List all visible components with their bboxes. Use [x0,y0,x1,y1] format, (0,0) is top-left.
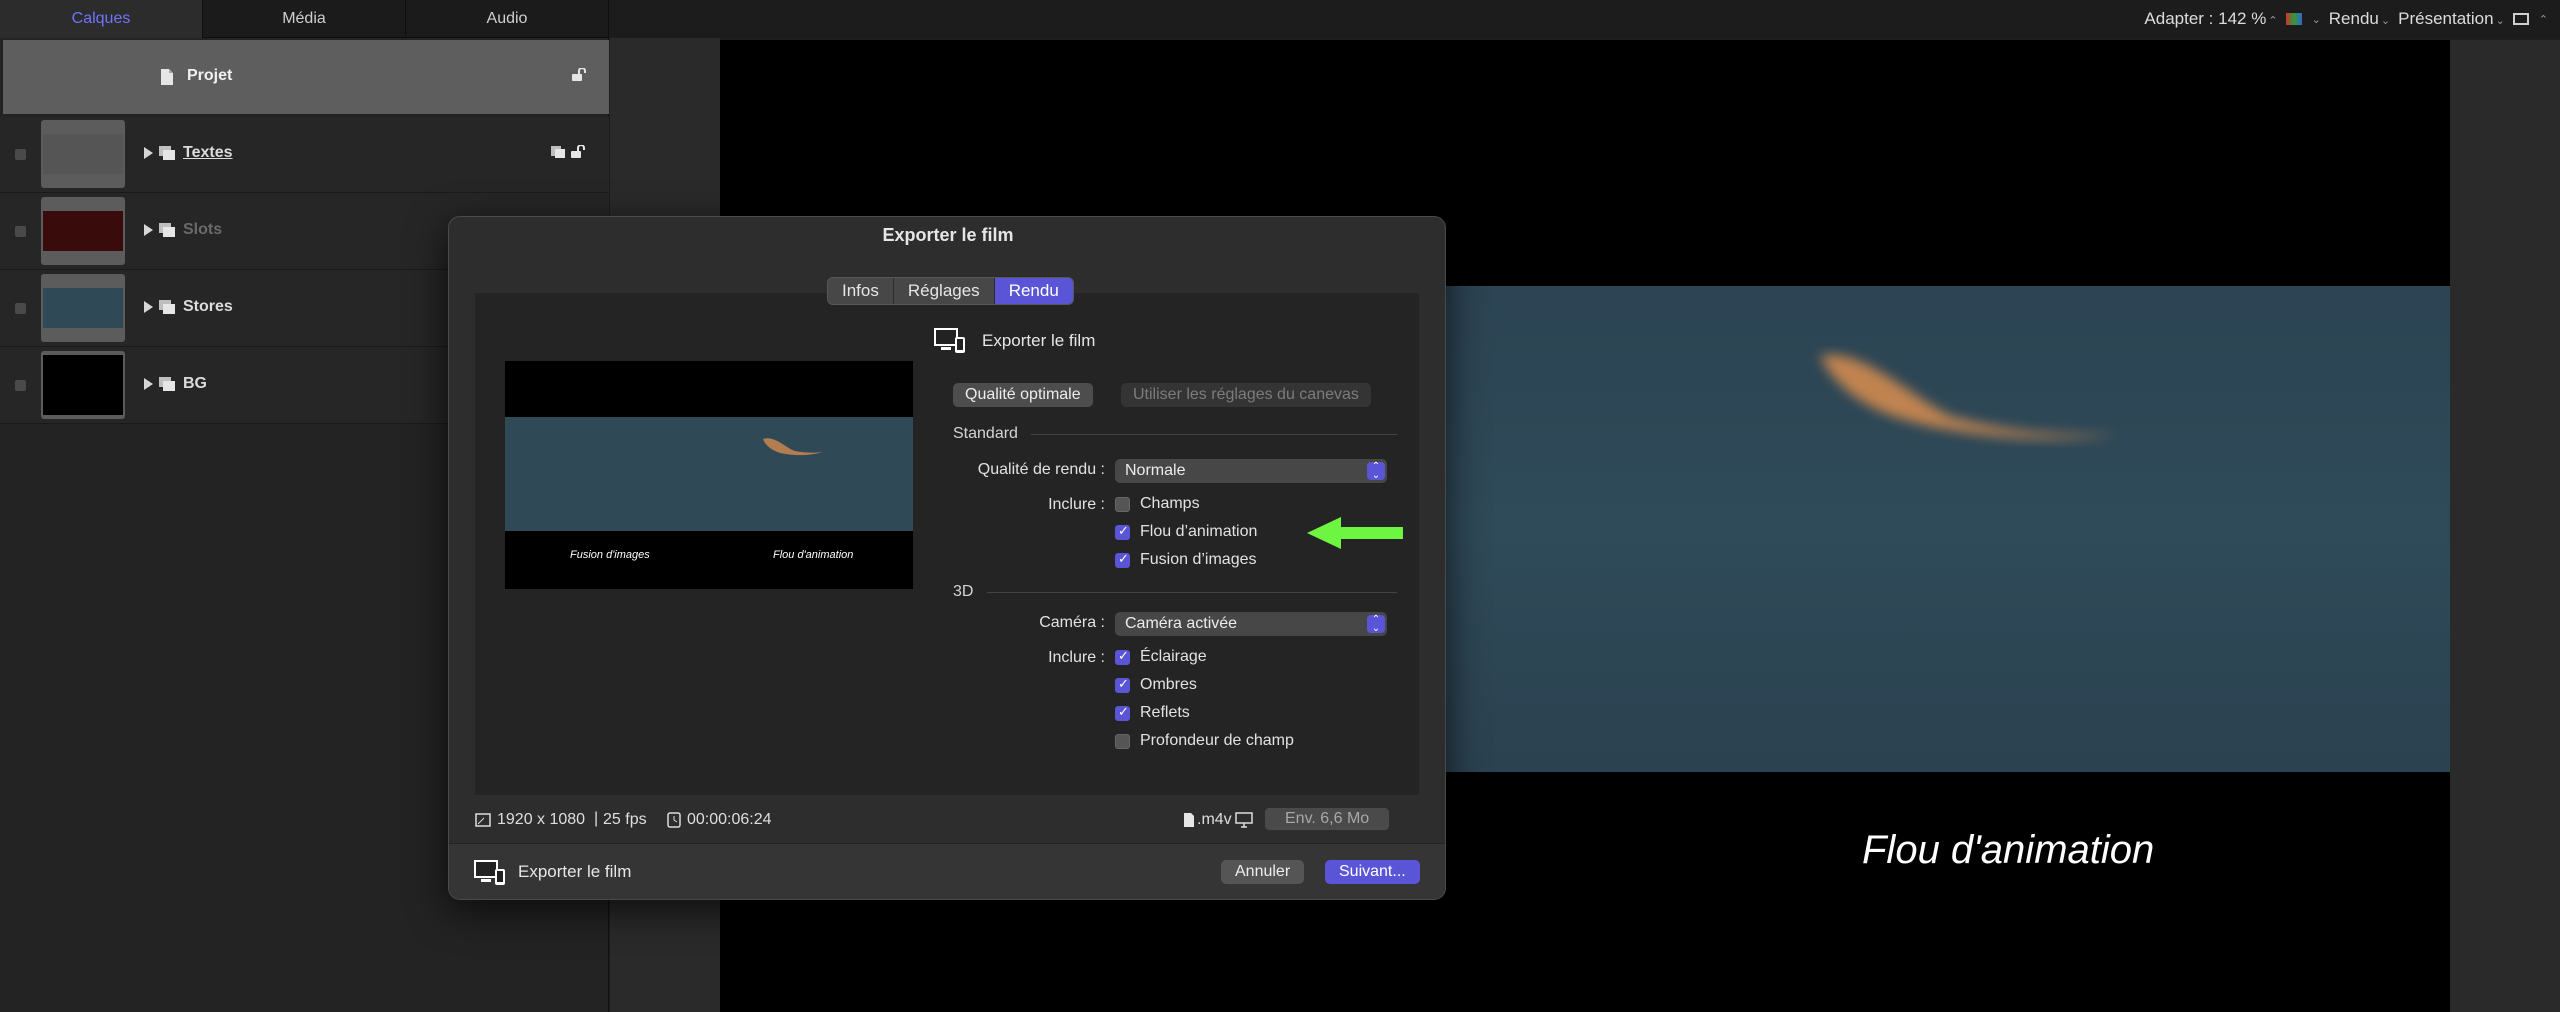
project-row[interactable]: Projet [3,40,609,114]
camera-label: Caméra : [1039,614,1105,631]
group-icon [159,223,175,237]
checkbox-profondeur-de-champ[interactable]: Profondeur de champ [1115,732,1294,750]
render-quality-label: Qualité de rendu : [977,461,1105,478]
export-preview: Fusion d'images Flou d'animation [505,361,913,589]
checkbox-eclairage[interactable]: Éclairage [1115,648,1207,666]
layer-visibility-checkbox[interactable] [15,380,26,391]
layer-thumbnail [41,120,125,188]
tab-audio[interactable]: Audio [406,0,609,38]
layer-thumbnail [41,197,125,265]
canvas-caption: Flou d'animation [1862,828,2155,872]
checkbox-ombres[interactable]: Ombres [1115,676,1197,694]
layer-thumbnail [41,351,125,419]
group-icon [159,377,175,391]
tab-reglages[interactable]: Réglages [894,278,995,304]
duration-icon [667,812,681,828]
layer-label: BG [183,375,207,392]
disclosure-triangle-icon[interactable] [144,378,153,390]
tab-infos[interactable]: Infos [828,278,894,304]
quality-optimal-button[interactable]: Qualité optimale [953,383,1093,407]
section-3d: 3D [953,583,974,600]
camera-select[interactable]: Caméra activée ⌃ ⌄ [1115,612,1387,636]
disclosure-triangle-icon[interactable] [144,147,153,159]
fps-text: 25 fps [603,811,647,828]
duration-text: 00:00:06:24 [687,811,772,828]
layer-thumbnail [41,274,125,342]
presentation-popup[interactable]: Présentation ⌄ [2398,9,2505,29]
resolution-text: 1920 x 1080 [497,811,586,828]
dialog-footer: Exporter le film Annuler Suivant... [449,843,1445,899]
section-divider [1031,434,1397,435]
group-icon [159,300,175,314]
cancel-button[interactable]: Annuler [1221,860,1305,884]
view-layout-icon[interactable] [2512,13,2529,25]
preview-blur-shape [763,438,823,456]
tab-media[interactable]: Média [203,0,406,38]
use-canvas-settings-button[interactable]: Utiliser les réglages du canevas [1121,383,1371,407]
layer-label: Textes [183,144,233,161]
render-quality-select[interactable]: Normale ⌃ ⌄ [1115,459,1387,483]
canvas-toolbar: Adapter : 142 % ⌃ ⌄ Rendu ⌄ Présentation ⌄ … [610,0,2560,38]
preview-video [505,417,913,531]
disclosure-triangle-icon[interactable] [144,301,153,313]
next-button[interactable]: Suivant... [1325,860,1420,884]
layer-label: Stores [183,298,233,315]
color-channel-icon[interactable] [2285,13,2302,25]
checkbox-reflets[interactable]: Reflets [1115,704,1190,722]
include-label: Inclure : [1048,496,1105,513]
footer-label: Exporter le film [518,862,632,881]
preview-caption-left: Fusion d'images [570,549,650,561]
section-standard: Standard [953,425,1018,442]
checkbox-fusion-images[interactable]: Fusion d’images [1115,551,1257,569]
extension-text: .m4v [1197,811,1232,828]
monitor-icon [474,860,505,885]
include-label-3d: Inclure : [1048,649,1105,666]
layer-visibility-checkbox[interactable] [15,303,26,314]
export-dialog: Exporter le film Infos Réglages Rendu Fu… [448,216,1446,900]
group-icon [159,146,175,160]
disclosure-triangle-icon[interactable] [144,224,153,236]
panel-tabs: Calques Média Audio [0,0,609,38]
checkbox-flou-animation[interactable]: Flou d’animation [1115,523,1257,541]
green-arrow-icon [1307,517,1403,549]
section-divider [987,592,1397,593]
layer-visibility-checkbox[interactable] [15,149,26,160]
display-icon[interactable] [1235,812,1253,828]
file-icon [1184,813,1194,827]
monitor-icon [934,328,965,353]
motion-app: Calques Média Audio Projet Textes Slots … [0,0,2560,1012]
dialog-tabs: Infos Réglages Rendu [827,277,1074,305]
checkbox-champs[interactable]: Champs [1115,495,1200,513]
frame-size-icon [475,813,491,827]
layer-visibility-checkbox[interactable] [15,226,26,237]
mask-icon[interactable] [550,145,566,159]
size-badge: Env. 6,6 Mo [1265,808,1390,830]
tab-rendu[interactable]: Rendu [994,278,1073,304]
zoom-popup[interactable]: Adapter : 142 % ⌃ [2144,9,2277,29]
lock-icon[interactable] [571,68,589,82]
layer-row-textes[interactable]: Textes [0,116,609,193]
popup-arrows-icon: ⌃ ⌄ [1367,462,1385,481]
render-popup[interactable]: Rendu ⌄ [2329,9,2390,29]
lock-icon[interactable] [570,145,588,159]
layer-row-icons [550,145,588,159]
export-info-bar: 1920 x 1080 | 25 fps 00:00:06:24 .m4v En… [475,797,1419,843]
document-icon [161,69,173,85]
popup-arrows-icon: ⌃ ⌄ [1367,615,1385,634]
dialog-title: Exporter le film [882,225,1014,245]
layer-label: Slots [183,221,223,238]
tab-calques[interactable]: Calques [0,0,203,38]
separator: | [594,810,599,827]
canvas-right-margin [2450,40,2560,1012]
preview-caption-right: Flou d'animation [773,549,854,561]
project-label: Projet [187,67,233,84]
export-heading: Exporter le film [982,331,1096,350]
